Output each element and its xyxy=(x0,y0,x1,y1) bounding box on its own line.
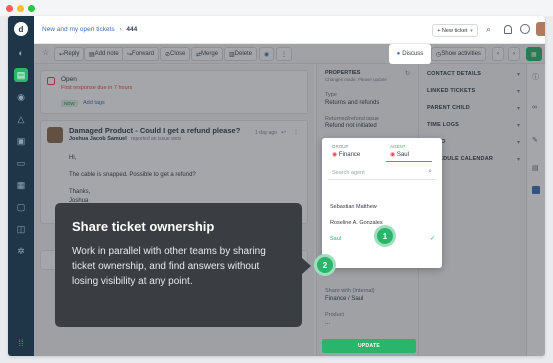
agent-option[interactable]: Roseline A. Gonzales xyxy=(330,220,383,226)
maximize-window-dot[interactable] xyxy=(28,5,35,12)
agent-value-text: Saul xyxy=(396,152,409,158)
agent-option[interactable]: Sebastian Matthew xyxy=(330,204,377,210)
agent-header: AGENT xyxy=(390,144,406,149)
top-bar: New and my open tickets › 444 + New tick… xyxy=(34,16,545,44)
group-value[interactable]: ◉ Finance xyxy=(332,151,360,158)
agent-option[interactable]: Saul xyxy=(330,236,341,242)
main-sidebar: d ◐ ▤ ◉ △ ▣ ▭ ▦ ▢ ◫ ✲ ⁞⁞ xyxy=(8,16,34,356)
help-icon[interactable] xyxy=(520,24,530,34)
group-dot-icon: ◉ xyxy=(332,152,339,158)
agent-tab-underline xyxy=(386,161,432,162)
chevron-down-icon: ▾ xyxy=(470,27,473,34)
archive-icon[interactable]: ▦ xyxy=(14,178,28,192)
step-number: 2 xyxy=(322,260,328,270)
dashboard-icon[interactable]: ◐ xyxy=(14,46,28,60)
breadcrumb: New and my open tickets › 444 xyxy=(42,26,137,33)
discuss-highlight[interactable]: ● Discuss xyxy=(389,44,431,64)
tooltip-title: Share ticket ownership xyxy=(72,219,215,234)
tickets-icon[interactable]: ▤ xyxy=(14,68,28,82)
new-ticket-label: + New ticket xyxy=(437,27,468,34)
breadcrumb-link[interactable]: New and my open tickets xyxy=(42,26,115,33)
app-window: d ◐ ▤ ◉ △ ▣ ▭ ▦ ▢ ◫ ✲ ⁞⁞ New and my open… xyxy=(0,0,553,363)
database-icon[interactable]: ◫ xyxy=(14,222,28,236)
check-icon: ✓ xyxy=(430,236,436,242)
chat-icon[interactable]: ▢ xyxy=(14,200,28,214)
close-window-dot[interactable] xyxy=(6,5,13,12)
search-icon: ⌕ xyxy=(428,168,432,175)
notifications-icon[interactable] xyxy=(504,25,512,34)
agent-dot-icon: ◉ xyxy=(390,152,397,158)
settings-icon[interactable]: ✲ xyxy=(14,244,28,258)
ticket-id: 444 xyxy=(126,26,138,33)
update-button[interactable]: UPDATE xyxy=(322,339,416,353)
discuss-highlight-label: Discuss xyxy=(402,51,424,57)
agent-assign-dropdown: GROUP ◉ Finance AGENT ◉ Saul Search agen… xyxy=(322,138,442,268)
discuss-icon: ● xyxy=(396,51,401,57)
minimize-window-dot[interactable] xyxy=(17,5,24,12)
search-icon[interactable]: ⌕ xyxy=(486,24,491,35)
tour-step-badge-2: 2 xyxy=(314,254,336,276)
new-ticket-button[interactable]: + New ticket ▾ xyxy=(432,24,478,37)
group-value-text: Finance xyxy=(338,152,361,158)
agent-value[interactable]: ◉ Saul xyxy=(390,151,409,158)
breadcrumb-separator: › xyxy=(119,26,122,33)
forums-icon[interactable]: ▭ xyxy=(14,156,28,170)
app-logo-icon[interactable]: d xyxy=(14,22,28,36)
agent-search-placeholder: Search agent xyxy=(332,170,365,176)
tour-step-badge-1: 1 xyxy=(374,225,396,247)
step-number: 1 xyxy=(382,231,388,241)
avatar[interactable] xyxy=(536,22,545,36)
agent-search-field[interactable]: Search agent ⌕ xyxy=(328,167,436,180)
window-chrome xyxy=(0,0,553,16)
alerts-icon[interactable]: △ xyxy=(14,112,28,126)
apps-grid-icon[interactable]: ⁞⁞ xyxy=(14,336,28,350)
solutions-icon[interactable]: ▣ xyxy=(14,134,28,148)
contacts-icon[interactable]: ◉ xyxy=(14,90,28,104)
update-label: UPDATE xyxy=(358,343,380,349)
tooltip-body: Work in parallel with other teams by sha… xyxy=(72,246,266,287)
tour-tooltip: Share ticket ownership Work in parallel … xyxy=(55,203,311,327)
group-header: GROUP xyxy=(332,144,349,149)
